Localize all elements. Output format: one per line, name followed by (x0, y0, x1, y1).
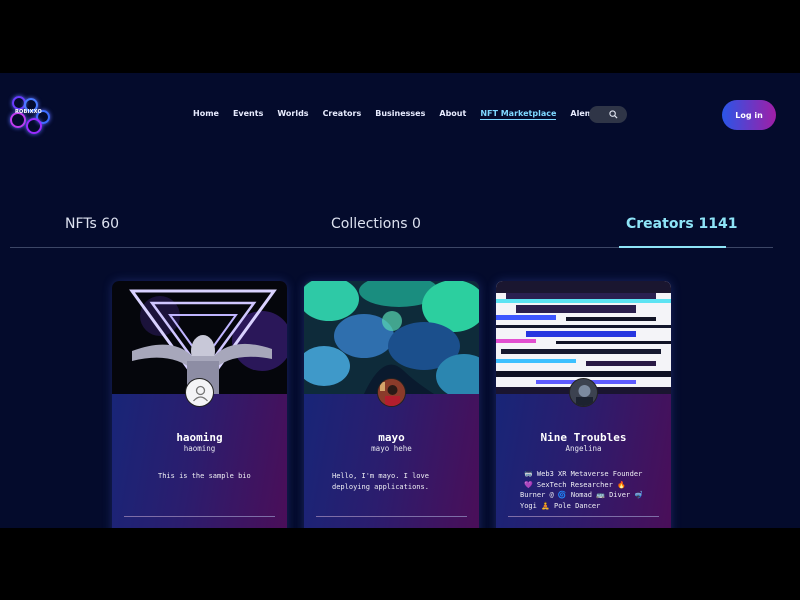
creator-card[interactable]: haoming haoming This is the sample bio (112, 281, 287, 528)
card-divider (316, 516, 467, 517)
nav-events[interactable]: Events (233, 109, 263, 120)
letterbox-bottom (0, 528, 800, 600)
search-button[interactable] (589, 106, 627, 123)
site-logo[interactable]: ROBIXXO (10, 96, 52, 136)
creator-bio-line: 🥽 Web3 XR Metaverse Founder (524, 470, 643, 478)
letterbox-top (0, 0, 800, 73)
nav-businesses[interactable]: Businesses (375, 109, 425, 120)
creator-bio-line: Burner @ 🌀 Nomad 🚌 Diver 🤿 (520, 491, 644, 499)
avatar (569, 378, 598, 407)
avatar (377, 378, 406, 407)
creator-bio-line: 💜 SexTech Researcher 🔥 (524, 480, 626, 489)
main-nav: Home Events Worlds Creators Businesses A… (193, 109, 635, 120)
creator-name: Nine Troubles (540, 431, 627, 444)
nav-home[interactable]: Home (193, 109, 219, 120)
creator-card[interactable]: mayo mayo hehe Hello, I'm mayo. I love d… (304, 281, 479, 528)
logo-text: ROBIXXO (15, 109, 42, 115)
profile-tabs: NFTs 60 Collections 0 Creators 1141 (0, 216, 800, 248)
tab-creators[interactable]: Creators 1141 (626, 216, 738, 232)
creator-name: mayo (378, 431, 405, 444)
creator-username: haoming (183, 444, 216, 453)
nav-worlds[interactable]: Worlds (277, 109, 308, 120)
active-tab-indicator (619, 246, 726, 248)
nav-nft-marketplace[interactable]: NFT Marketplace (480, 109, 557, 120)
avatar (185, 378, 214, 407)
creator-username: Angelina (565, 444, 602, 453)
search-icon (609, 110, 618, 119)
creator-username: mayo hehe (371, 444, 412, 453)
card-divider (124, 516, 275, 517)
card-divider (508, 516, 659, 517)
creator-card[interactable]: Nine Troubles Angelina 🥽 Web3 XR Metaver… (496, 281, 671, 528)
nav-creators[interactable]: Creators (323, 109, 362, 120)
tab-collections[interactable]: Collections 0 (331, 216, 421, 232)
tab-nfts[interactable]: NFTs 60 (65, 216, 119, 232)
nav-about[interactable]: About (439, 109, 466, 120)
creator-name: haoming (176, 431, 223, 444)
default-user-icon (193, 385, 208, 402)
creator-bio: Hello, I'm mayo. I love deploying applic… (332, 472, 429, 491)
login-button[interactable]: Log in (722, 100, 776, 130)
page-viewport: ROBIXXO Home Events Worlds Creators Busi… (0, 73, 800, 528)
creator-bio: This is the sample bio (158, 472, 251, 480)
creator-bio: 🥽 Web3 XR Metaverse Founder 💜 SexTech Re… (520, 469, 657, 511)
creator-bio-line: Yogi 🧘 Pole Dancer (520, 501, 601, 510)
